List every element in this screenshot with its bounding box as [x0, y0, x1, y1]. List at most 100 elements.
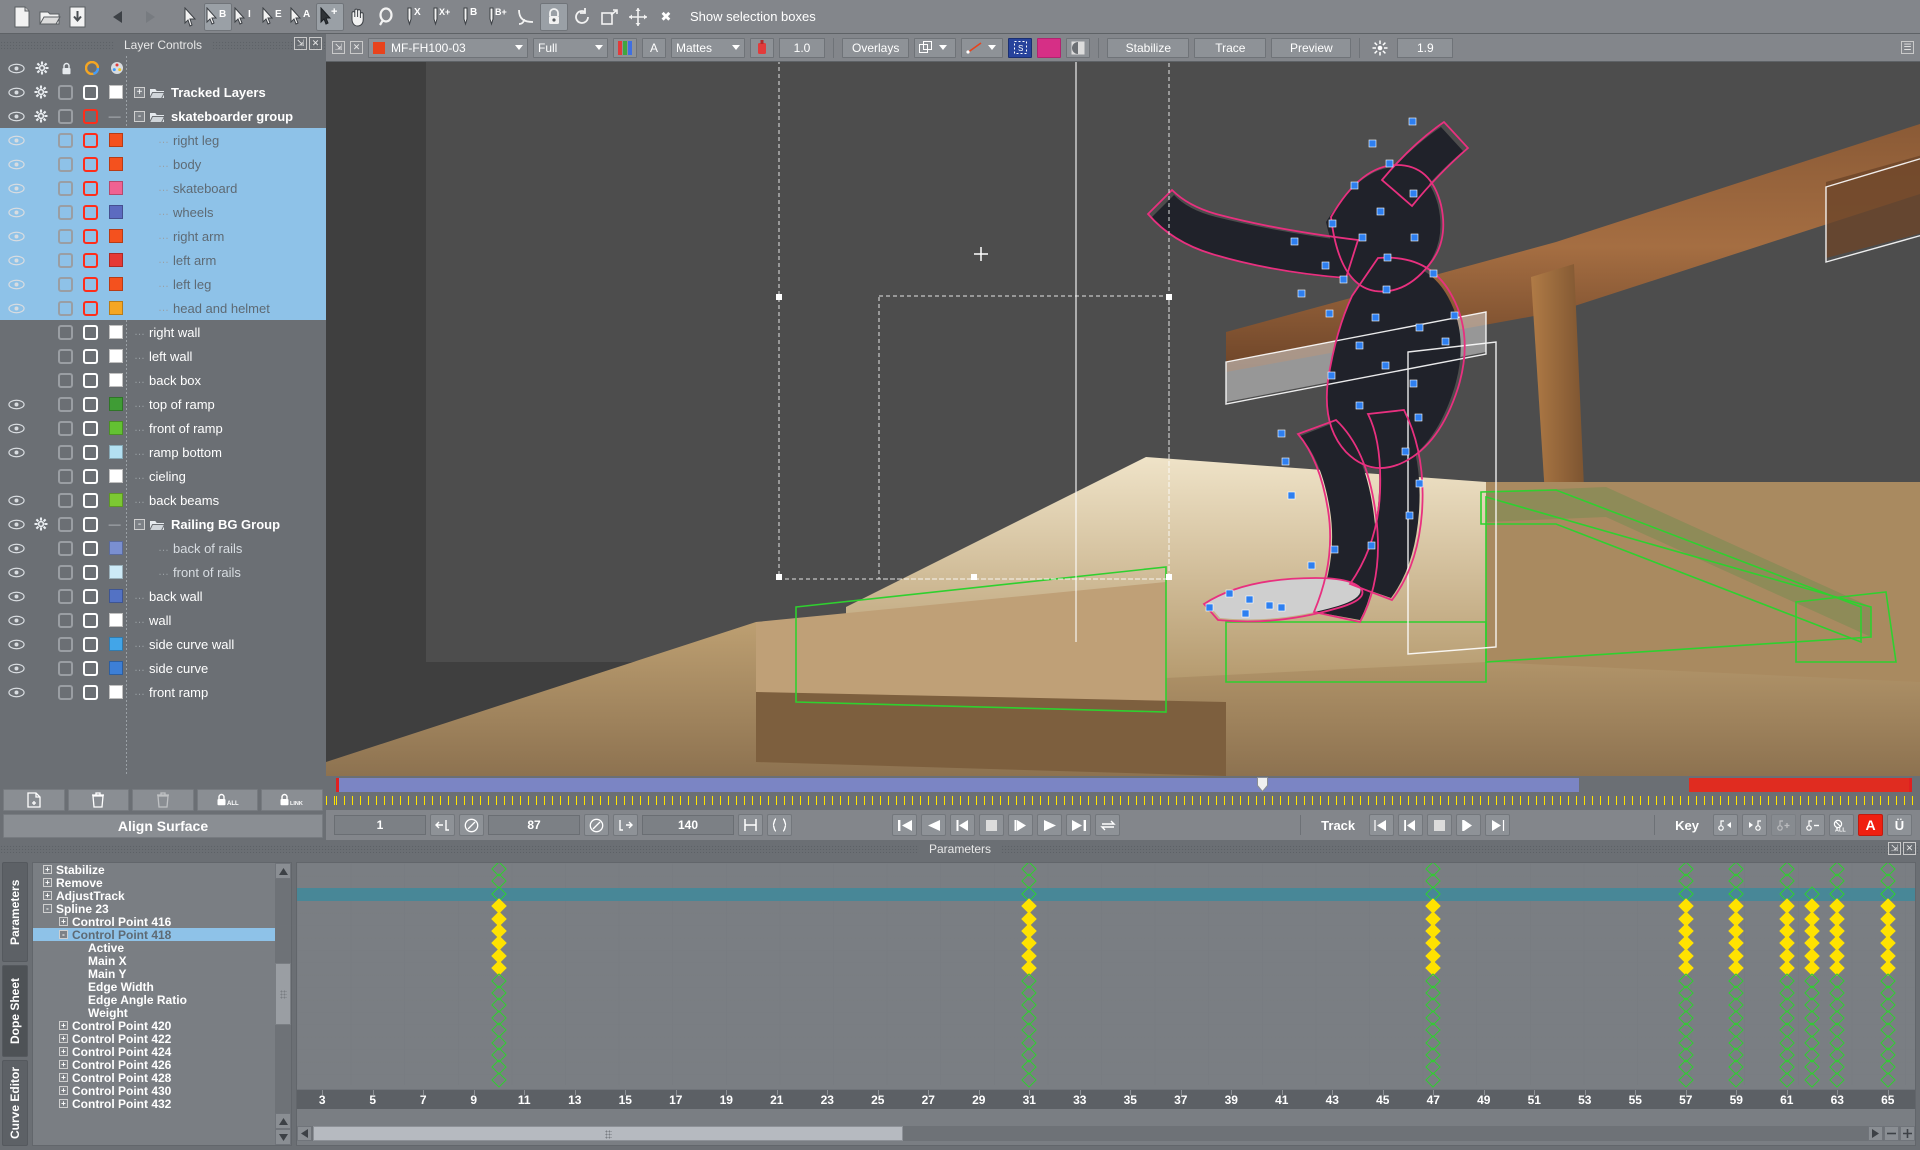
- redo-arrow-icon[interactable]: [134, 3, 162, 31]
- timeline-strip[interactable]: [326, 776, 1920, 796]
- parameter-tree-row[interactable]: + Control Point 428: [33, 1071, 275, 1085]
- set-in-point-button[interactable]: [430, 814, 455, 836]
- zoom-region-button[interactable]: [1066, 37, 1091, 58]
- parameter-tree-row[interactable]: + Control Point 422: [33, 1032, 275, 1046]
- layer-row[interactable]: … right leg: [0, 128, 326, 152]
- parameter-tree-row[interactable]: + Control Point 430: [33, 1084, 275, 1098]
- float-viewer-icon[interactable]: ⇲: [332, 41, 345, 54]
- undo-key-button[interactable]: Ü: [1887, 814, 1912, 836]
- resolution-selector[interactable]: Full: [533, 37, 608, 58]
- close-viewer-icon[interactable]: ✕: [350, 41, 363, 54]
- cursor-a-icon[interactable]: A: [288, 3, 316, 31]
- layer-outline-swatch[interactable]: [78, 660, 103, 676]
- hscroll-right-button[interactable]: [1868, 1126, 1883, 1141]
- eye-icon[interactable]: [4, 423, 29, 434]
- gear-icon[interactable]: [29, 85, 54, 99]
- lock-link-icon[interactable]: [540, 2, 568, 31]
- layer-fill-swatch[interactable]: [103, 253, 128, 267]
- layer-fill-swatch[interactable]: [103, 589, 128, 603]
- layer-outline-swatch[interactable]: [78, 396, 103, 412]
- layer-fill-swatch[interactable]: [103, 205, 128, 219]
- lock-icon[interactable]: [54, 660, 79, 676]
- eye-icon[interactable]: [4, 663, 29, 674]
- overlays-button[interactable]: Overlays: [842, 37, 910, 58]
- track-forward-step-button[interactable]: [1456, 814, 1482, 836]
- layer-fill-swatch[interactable]: [103, 301, 128, 315]
- cursor-e-icon[interactable]: E: [260, 3, 288, 31]
- lock-icon[interactable]: [54, 468, 79, 484]
- lock-icon[interactable]: [54, 62, 79, 75]
- viewer-canvas[interactable]: [326, 62, 1920, 776]
- play-backward-button[interactable]: [921, 814, 946, 836]
- layer-row[interactable]: … cieling: [0, 464, 326, 488]
- pen-b-icon[interactable]: B: [456, 3, 484, 31]
- layer-fill-swatch[interactable]: [103, 325, 128, 339]
- cursor-plus-icon[interactable]: +: [316, 2, 344, 31]
- layer-outline-swatch[interactable]: [78, 228, 103, 244]
- layer-outline-swatch[interactable]: [78, 276, 103, 292]
- parameter-tree-rows[interactable]: + Stabilize + Remove + AdjustTrack - Spline 23 +…: [33, 863, 275, 1145]
- auto-key-button[interactable]: A: [1858, 814, 1883, 836]
- layer-outline-swatch[interactable]: [78, 84, 103, 100]
- layer-row[interactable]: … left wall: [0, 344, 326, 368]
- layer-fill-swatch[interactable]: [103, 133, 128, 147]
- parameter-tree-row[interactable]: Edge Width: [33, 980, 275, 994]
- layer-row[interactable]: — - skateboarder group: [0, 104, 326, 128]
- step-forward-button[interactable]: [1008, 814, 1033, 836]
- parameter-tree-row[interactable]: + Control Point 420: [33, 1019, 275, 1033]
- layer-expander[interactable]: +: [134, 86, 145, 98]
- layer-outline-swatch[interactable]: [78, 132, 103, 148]
- parameter-tree-row[interactable]: Weight: [33, 1006, 275, 1020]
- gain-value[interactable]: 1.9: [1397, 37, 1454, 58]
- layer-row[interactable]: … right arm: [0, 224, 326, 248]
- rotate-icon[interactable]: [568, 3, 596, 31]
- layer-row[interactable]: … back wall: [0, 584, 326, 608]
- parameter-tree-row[interactable]: Edge Angle Ratio: [33, 993, 275, 1007]
- layer-fill-swatch[interactable]: [103, 421, 128, 435]
- tree-scroll-down-up-button[interactable]: [275, 1113, 291, 1129]
- scale-icon[interactable]: [596, 3, 624, 31]
- layer-expander[interactable]: -: [134, 518, 145, 530]
- open-folder-icon[interactable]: [36, 3, 64, 31]
- viewer-options-icon[interactable]: ☰: [1901, 41, 1914, 54]
- dope-sheet[interactable]: 3 5 7 9 11 13 15 17 19 21 23 25 27 29 31 33 35 37 39 41 43 45…: [296, 862, 1916, 1146]
- fit-range-button[interactable]: [738, 814, 763, 836]
- parameter-tree-panel[interactable]: + Stabilize + Remove + AdjustTrack - Spline 23 +…: [32, 862, 292, 1146]
- eye-icon[interactable]: [4, 135, 29, 146]
- layer-outline-swatch[interactable]: [78, 420, 103, 436]
- hscroll-left-button[interactable]: [297, 1126, 312, 1141]
- layer-outline-swatch[interactable]: [78, 348, 103, 364]
- clip-selector[interactable]: MF-FH100-03: [368, 37, 528, 58]
- layer-fill-swatch[interactable]: [103, 541, 128, 555]
- lock-icon[interactable]: [54, 372, 79, 388]
- layer-outline-swatch[interactable]: [78, 540, 103, 556]
- layer-fill-swatch[interactable]: —: [103, 517, 128, 531]
- layer-outline-swatch[interactable]: [78, 204, 103, 220]
- trace-button[interactable]: Trace: [1194, 37, 1267, 58]
- layer-row[interactable]: … body: [0, 152, 326, 176]
- parameter-tree-row[interactable]: + AdjustTrack: [33, 889, 275, 903]
- layer-row[interactable]: … front of rails: [0, 560, 326, 584]
- gear-icon[interactable]: [29, 109, 54, 123]
- layer-outline-swatch[interactable]: [78, 444, 103, 460]
- lock-icon[interactable]: [54, 348, 79, 364]
- magnifier-zoom-icon[interactable]: [372, 3, 400, 31]
- layer-outline-swatch[interactable]: [78, 636, 103, 652]
- layer-outline-swatch[interactable]: [78, 108, 103, 124]
- close-params-icon[interactable]: ✕: [1903, 842, 1916, 855]
- layer-row[interactable]: … side curve: [0, 656, 326, 680]
- eye-icon[interactable]: [4, 399, 29, 410]
- delete-all-button[interactable]: [132, 789, 194, 811]
- layer-row[interactable]: … wall: [0, 608, 326, 632]
- eye-icon[interactable]: [4, 615, 29, 626]
- layer-row[interactable]: … top of ramp: [0, 392, 326, 416]
- layer-row[interactable]: … back box: [0, 368, 326, 392]
- parameter-tree-row[interactable]: - Spline 23: [33, 902, 275, 916]
- layer-fill-swatch[interactable]: [103, 469, 128, 483]
- lock-icon[interactable]: [54, 684, 79, 700]
- expand-range-button[interactable]: [767, 814, 792, 836]
- layer-row[interactable]: … head and helmet: [0, 296, 326, 320]
- layer-fill-swatch[interactable]: [103, 181, 128, 195]
- layer-row[interactable]: … side curve wall: [0, 632, 326, 656]
- eye-icon[interactable]: [4, 591, 29, 602]
